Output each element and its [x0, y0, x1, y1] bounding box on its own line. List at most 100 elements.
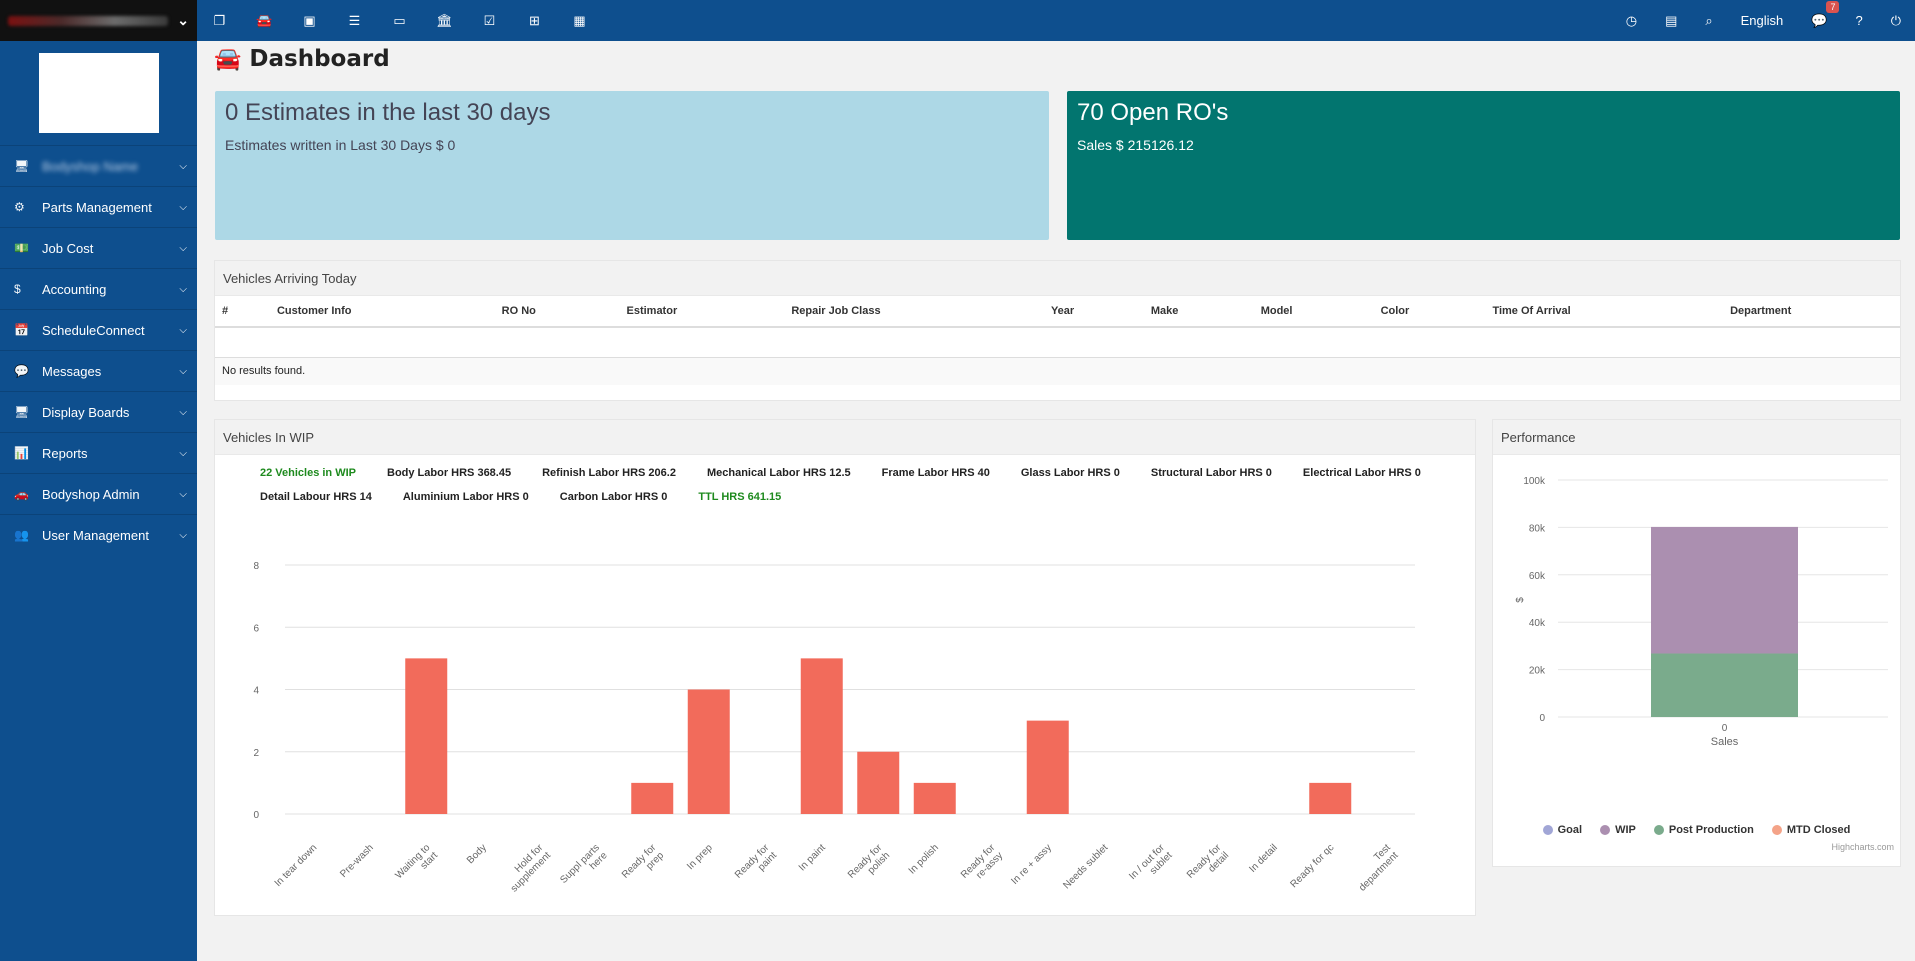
x-axis-label: Sales [1711, 736, 1739, 748]
legend-item[interactable]: WIP [1600, 824, 1636, 836]
x-tick-label-line: Body [465, 842, 489, 866]
y-tick-label: 60k [1529, 571, 1546, 582]
y-axis-label: $ [1515, 597, 1526, 603]
brand-header[interactable]: ⌄ [0, 0, 197, 41]
x-tick-label: Ready fordetail [1185, 842, 1232, 889]
users-icon: 👥 [14, 528, 29, 542]
car-icon[interactable]: 🚘 [242, 13, 287, 29]
money-icon[interactable]: ▭ [377, 13, 422, 29]
performance-stacked-chart: 0 20k 40k 60k 80k 100k $0 Sales [1515, 476, 1888, 748]
column-header[interactable]: Color [1373, 296, 1486, 328]
column-header[interactable]: Department [1723, 296, 1900, 328]
bar [405, 658, 448, 814]
help-button[interactable]: ? [1841, 13, 1876, 28]
calendar-plus-icon[interactable]: ⊞ [512, 13, 557, 29]
column-header[interactable]: Year [1043, 296, 1144, 328]
x-tick-label-line: Pre-wash [338, 842, 376, 880]
language-selector[interactable]: English [1727, 13, 1798, 28]
column-header[interactable]: # [215, 296, 270, 328]
x-tick-label-line: Ready for qc [1288, 842, 1336, 890]
sidebar-item-label: Bodyshop Admin [42, 486, 140, 502]
column-header[interactable]: Estimator [619, 296, 785, 328]
messages-button[interactable]: 💬 7 [1797, 0, 1841, 29]
performance-panel: Performance 0 20k 40k 60k 80k 100k $0 Sales Goa… [1492, 419, 1901, 867]
page-title: 🚘 Dashboard [214, 46, 390, 72]
x-tick-label-line: In paint [797, 842, 828, 873]
sidebar-item-user-management[interactable]: 👥 User Management ⌵ [0, 514, 197, 555]
legend-marker [1600, 825, 1611, 835]
contact-book-icon[interactable]: ▤ [1651, 13, 1691, 29]
calendar-icon[interactable]: ▦ [557, 13, 602, 29]
bank-icon[interactable]: 🏛 [422, 13, 467, 29]
bar [913, 782, 956, 814]
archive-icon[interactable]: ▣ [287, 13, 332, 29]
legend-item[interactable]: Post Production [1653, 824, 1754, 836]
x-tick-label: In paint [797, 842, 828, 873]
estimates-card[interactable]: 0 Estimates in the last 30 days Estimate… [215, 91, 1049, 240]
x-tick-label: In prep [685, 842, 715, 872]
clock-icon[interactable]: ◷ [1612, 13, 1651, 29]
legend-item[interactable]: Goal [1542, 824, 1583, 836]
legend-label: Goal [1557, 824, 1583, 836]
sidebar-item-messages[interactable]: 💬 Messages ⌵ [0, 350, 197, 391]
x-tick-label: Body [465, 842, 489, 866]
shop-name [8, 15, 168, 26]
legend-item[interactable]: MTD Closed [1771, 824, 1851, 836]
bar-segment [1651, 653, 1798, 717]
wip-stat: Carbon Labor HRS 0 [559, 491, 668, 503]
legend-label: MTD Closed [1786, 824, 1851, 836]
cogs-icon: ⚙ [14, 200, 25, 214]
column-header[interactable]: Model [1253, 296, 1374, 328]
x-tick-label: 0 [1722, 723, 1728, 734]
power-icon[interactable]: ⏻ [1877, 13, 1915, 29]
vehicles-arriving-table: # Customer Info RO No Estimator Repair Job C… [215, 296, 1900, 385]
x-tick-label: Waiting tostart [393, 842, 440, 889]
search-icon[interactable]: ⌕ [1691, 13, 1726, 29]
sidebar-item-label: User Management [42, 527, 149, 543]
sidebar-item-bodyshop-admin[interactable]: 🚗 Bodyshop Admin ⌵ [0, 473, 197, 514]
wip-stat: Refinish Labor HRS 206.2 [542, 467, 676, 479]
sidebar-item-bodyshop-name[interactable]: 🖥 Bodyshop Name ⌵ [0, 145, 197, 186]
column-header[interactable]: Repair Job Class [784, 296, 1044, 328]
chevron-down-icon: ⌵ [179, 283, 187, 295]
sidebar-item-label: Accounting [42, 281, 107, 297]
x-tick-label: In detail [1247, 842, 1280, 875]
copy-icon[interactable]: ❐ [197, 13, 242, 29]
chevron-down-icon[interactable]: ⌄ [177, 12, 189, 29]
highcharts-credit[interactable]: Highcharts.com [1831, 842, 1894, 852]
list-icon[interactable]: ☰ [332, 13, 377, 29]
x-tick-label: Pre-wash [338, 842, 376, 880]
legend-label: WIP [1615, 824, 1636, 836]
x-tick-label-line: In polish [907, 842, 941, 876]
x-tick-label: Ready for qc [1288, 842, 1336, 890]
sidebar-item-scheduleconnect[interactable]: 📅 ScheduleConnect ⌵ [0, 309, 197, 350]
column-header[interactable]: Make [1143, 296, 1254, 328]
open-ro-card[interactable]: 70 Open RO's Sales $ 215126.12 [1067, 91, 1900, 240]
sidebar-item-parts-management[interactable]: ⚙ Parts Management ⌵ [0, 186, 197, 227]
sidebar-item-accounting[interactable]: $ Accounting ⌵ [0, 268, 197, 309]
page-title-text: Dashboard [249, 46, 390, 72]
legend-marker [1653, 825, 1664, 835]
sidebar: ⌄ 🖥 Bodyshop Name ⌵ ⚙ Parts Management ⌵ 💵 Job … [0, 0, 197, 961]
chevron-down-icon: ⌵ [179, 365, 187, 377]
table-row: No results found. [215, 357, 1900, 385]
x-tick-label-line: Needs sublet [1061, 842, 1110, 891]
column-header[interactable]: Time Of Arrival [1485, 296, 1724, 328]
column-header[interactable]: Customer Info [269, 296, 495, 328]
column-header[interactable]: RO No [494, 296, 620, 328]
sidebar-item-display-boards[interactable]: 🖥 Display Boards ⌵ [0, 391, 197, 432]
x-tick-label: Suppl partshere [558, 842, 610, 894]
monitor-icon: 🖥 [14, 405, 30, 419]
top-navbar-right: ◷ ▤ ⌕ English 💬 7 ? ⏻ [1612, 0, 1915, 41]
wip-stat: 22 Vehicles in WIP [260, 467, 356, 479]
calendar-check-icon[interactable]: ☑ [467, 13, 512, 29]
sidebar-item-label: Display Boards [42, 404, 130, 420]
comments-icon: 💬 [1811, 12, 1828, 28]
dollar-icon: $ [14, 282, 21, 296]
sidebar-item-job-cost[interactable]: 💵 Job Cost ⌵ [0, 227, 197, 268]
chevron-down-icon: ⌵ [179, 242, 187, 254]
top-navbar: ❐ 🚘 ▣ ☰ ▭ 🏛 ☑ ⊞ ▦ ◷ ▤ ⌕ English 💬 7 ? ⏻ [197, 0, 1915, 41]
legend-marker [1542, 825, 1553, 835]
message-count-badge: 7 [1826, 0, 1840, 13]
sidebar-item-reports[interactable]: 📊 Reports ⌵ [0, 432, 197, 473]
